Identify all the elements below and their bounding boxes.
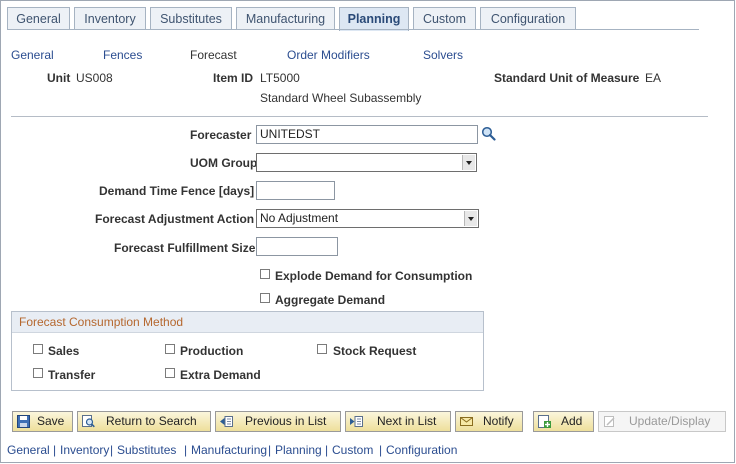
- notify-envelope-icon: [460, 417, 473, 426]
- production-checkbox[interactable]: [165, 344, 175, 354]
- transfer-checkbox[interactable]: [33, 368, 43, 378]
- bottom-separator: |: [184, 443, 188, 457]
- forecast-adjustment-select[interactable]: No Adjustment: [256, 209, 479, 228]
- sales-checkbox[interactable]: [33, 344, 43, 354]
- previous-in-list-label: Previous in List: [245, 414, 327, 428]
- tab-planning[interactable]: Planning: [339, 7, 409, 31]
- add-button[interactable]: Add: [533, 411, 594, 432]
- update-display-button[interactable]: Update/Display: [598, 411, 726, 432]
- extra-demand-checkbox[interactable]: [165, 368, 175, 378]
- group-header: Forecast Consumption Method: [12, 312, 483, 333]
- save-label: Save: [37, 414, 65, 428]
- tab-custom[interactable]: Custom: [413, 7, 476, 29]
- uom-group-label: UOM Group: [190, 156, 258, 170]
- section-divider: [11, 116, 708, 117]
- group-title: Forecast Consumption Method: [19, 315, 184, 329]
- update-display-icon: [604, 416, 615, 427]
- extra-demand-label: Extra Demand: [180, 368, 261, 382]
- bottom-link-substitutes[interactable]: Substitutes: [117, 443, 176, 457]
- tab-inventory[interactable]: Inventory: [74, 7, 146, 29]
- sublink-solvers[interactable]: Solvers: [423, 48, 463, 62]
- forecast-fulfillment-input[interactable]: [256, 237, 338, 256]
- bottom-link-manufacturing[interactable]: Manufacturing: [191, 443, 267, 457]
- save-disk-icon: [17, 415, 30, 428]
- stock-request-checkbox[interactable]: [317, 344, 327, 354]
- previous-in-list-button[interactable]: Previous in List: [215, 411, 341, 432]
- forecaster-input[interactable]: UNITEDST: [256, 125, 478, 144]
- return-search-icon: [82, 415, 95, 428]
- save-button[interactable]: Save: [12, 411, 73, 432]
- chevron-down-icon[interactable]: [462, 155, 475, 170]
- sales-label: Sales: [48, 344, 80, 358]
- page-frame: [0, 0, 735, 463]
- uom-label: Standard Unit of Measure: [494, 71, 640, 85]
- sublink-order-modifiers[interactable]: Order Modifiers: [287, 48, 370, 62]
- forecast-adjustment-value: No Adjustment: [260, 211, 339, 225]
- production-label: Production: [180, 344, 244, 358]
- item-description: Standard Wheel Subassembly: [260, 91, 422, 105]
- aggregate-demand-label: Aggregate Demand: [275, 293, 386, 307]
- tab-manufacturing[interactable]: Manufacturing: [236, 7, 335, 29]
- forecast-adjustment-label: Forecast Adjustment Action: [95, 212, 255, 226]
- add-plus-icon: [538, 415, 551, 428]
- bottom-link-general[interactable]: General: [7, 443, 50, 457]
- bottom-link-inventory[interactable]: Inventory: [60, 443, 109, 457]
- previous-arrow-icon: [220, 416, 233, 427]
- bottom-link-custom[interactable]: Custom: [332, 443, 373, 457]
- forecast-fulfillment-label: Forecast Fulfillment Size: [114, 241, 256, 255]
- next-in-list-button[interactable]: Next in List: [345, 411, 451, 432]
- notify-button[interactable]: Notify: [455, 411, 523, 432]
- bottom-separator: |: [268, 443, 272, 457]
- next-in-list-label: Next in List: [377, 414, 437, 428]
- tab-substitutes[interactable]: Substitutes: [150, 7, 232, 29]
- item-id-label: Item ID: [213, 71, 254, 85]
- unit-value: US008: [76, 71, 113, 85]
- chevron-down-icon[interactable]: [464, 211, 477, 226]
- add-label: Add: [561, 414, 583, 428]
- unit-label: Unit: [47, 71, 71, 85]
- update-display-label: Update/Display: [629, 414, 711, 428]
- bottom-separator: |: [379, 443, 383, 457]
- demand-time-fence-input[interactable]: [256, 181, 335, 200]
- bottom-link-planning[interactable]: Planning: [275, 443, 322, 457]
- stock-request-label: Stock Request: [333, 344, 417, 358]
- explode-demand-label: Explode Demand for Consumption: [275, 269, 473, 283]
- return-to-search-button[interactable]: Return to Search: [77, 411, 211, 432]
- uom-value: EA: [645, 71, 662, 85]
- explode-demand-checkbox[interactable]: [260, 269, 270, 279]
- uom-group-select[interactable]: [256, 153, 477, 172]
- lookup-search-icon[interactable]: [481, 126, 496, 141]
- tab-underline: [7, 29, 699, 30]
- sublink-general[interactable]: General: [11, 48, 54, 62]
- forecaster-label: Forecaster: [190, 128, 252, 142]
- tab-configuration[interactable]: Configuration: [480, 7, 576, 29]
- aggregate-demand-checkbox[interactable]: [260, 293, 270, 303]
- item-id-value: LT5000: [260, 71, 300, 85]
- next-arrow-icon: [350, 416, 363, 427]
- return-to-search-label: Return to Search: [106, 414, 197, 428]
- demand-time-fence-label: Demand Time Fence [days]: [99, 184, 255, 198]
- transfer-label: Transfer: [48, 368, 96, 382]
- sublink-forecast: Forecast: [190, 48, 237, 62]
- tab-general[interactable]: General: [7, 7, 70, 29]
- notify-label: Notify: [483, 414, 514, 428]
- bottom-link-configuration[interactable]: Configuration: [386, 443, 457, 457]
- bottom-separator: |: [325, 443, 329, 457]
- sublink-fences[interactable]: Fences: [103, 48, 142, 62]
- bottom-separator: |: [53, 443, 57, 457]
- bottom-separator: |: [110, 443, 114, 457]
